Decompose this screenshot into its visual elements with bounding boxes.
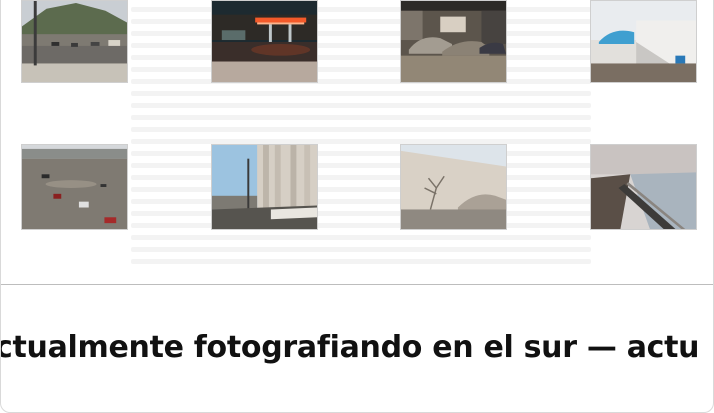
photo-thumbnail-7[interactable] — [400, 144, 507, 230]
section-divider — [1, 284, 713, 285]
photo-thumbnail-4[interactable] — [590, 0, 697, 83]
photo-thumbnail-1[interactable] — [21, 0, 128, 83]
marquee-banner: ctualmente fotografiando en el sur — act… — [1, 326, 713, 374]
photo-thumbnail-6[interactable] — [211, 144, 318, 230]
page-frame: ctualmente fotografiando en el sur — act… — [0, 0, 714, 413]
photo-thumbnail-8[interactable] — [590, 144, 697, 230]
photo-thumbnail-2[interactable] — [211, 0, 318, 83]
photo-thumbnail-3[interactable] — [400, 0, 507, 83]
photo-thumbnail-5[interactable] — [21, 144, 128, 230]
background-texture — [131, 0, 591, 285]
marquee-text: ctualmente fotografiando en el sur — act… — [1, 330, 700, 365]
